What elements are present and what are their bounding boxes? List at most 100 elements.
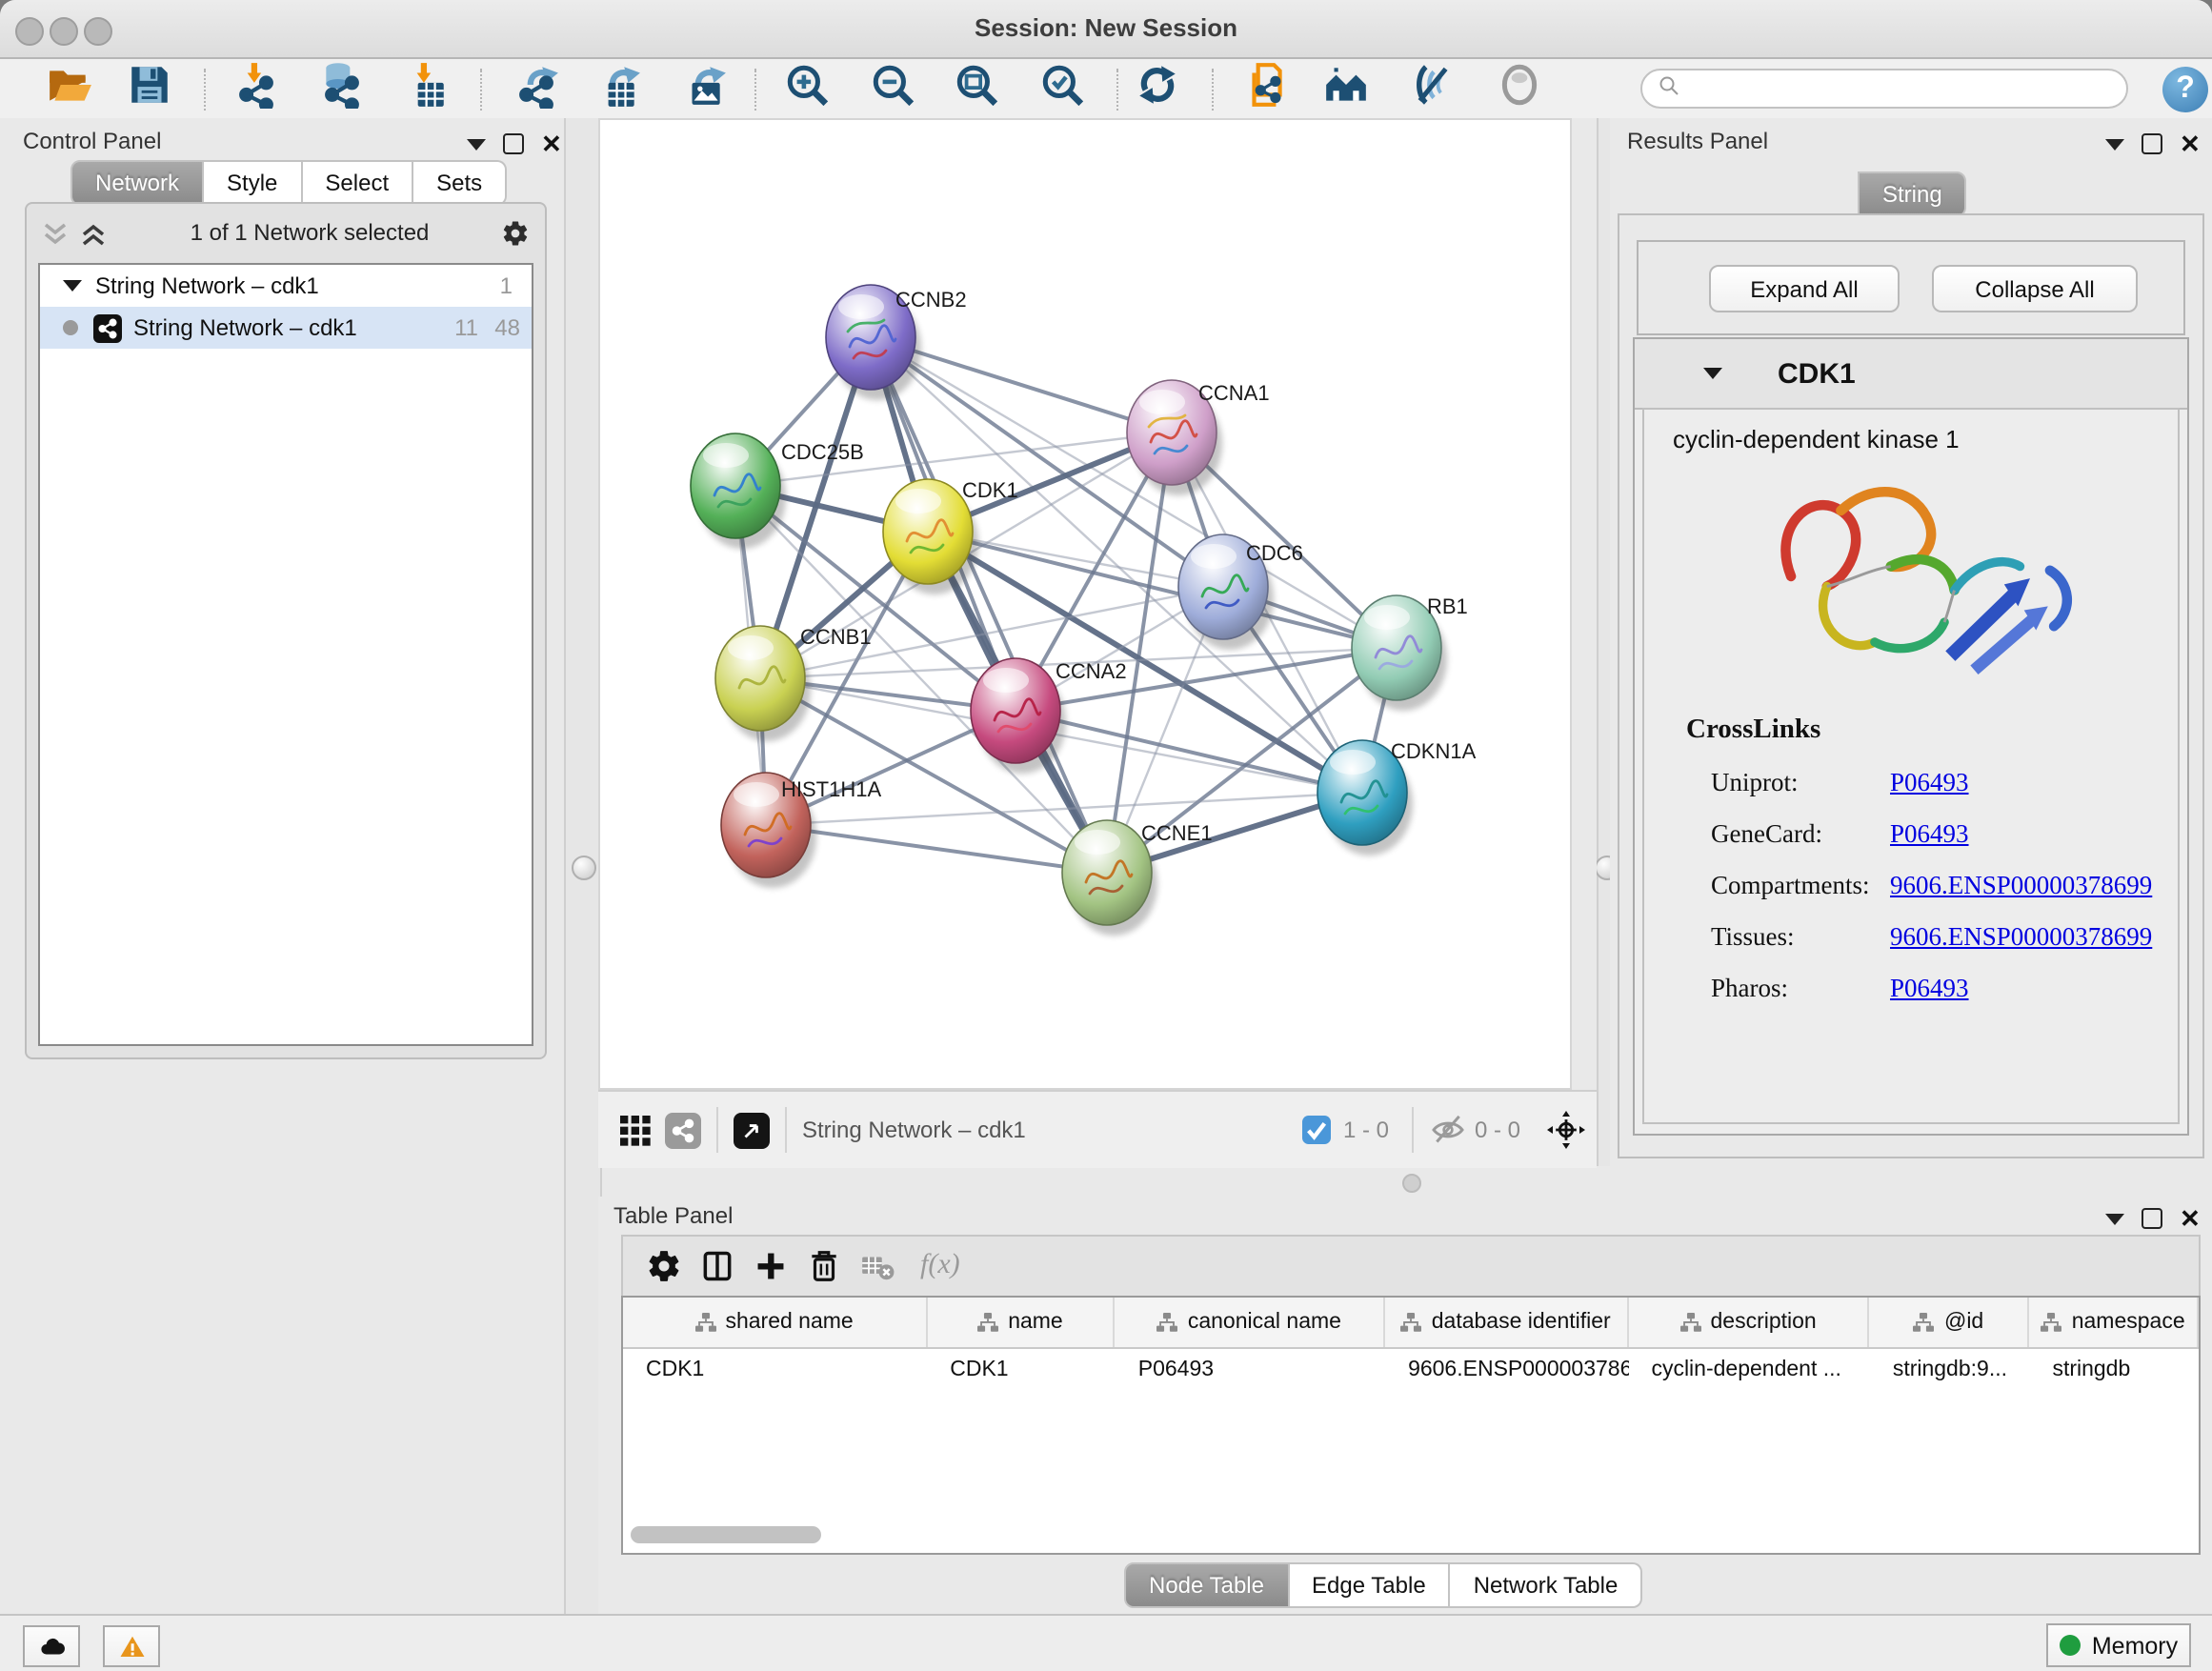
open-file-button[interactable]	[38, 63, 99, 116]
zoom-out-button[interactable]	[861, 63, 922, 116]
collapse-all-networks-icon[interactable]	[42, 220, 69, 245]
table-settings-gear-icon[interactable]	[646, 1248, 682, 1284]
column-header-name[interactable]: name	[927, 1298, 1116, 1347]
collection-disclosure-icon[interactable]	[63, 280, 82, 292]
gene-disclosure-icon[interactable]	[1703, 368, 1722, 379]
search-box[interactable]	[1640, 69, 2128, 109]
crosslink-link[interactable]: P06493	[1890, 974, 1969, 1004]
network-row[interactable]: String Network – cdk1 11 48	[40, 307, 532, 349]
show-graphics-details-button[interactable]	[1488, 63, 1549, 116]
left-splitter-handle[interactable]	[572, 856, 596, 880]
hidden-items-icon[interactable]	[1429, 1111, 1467, 1149]
network-node-CDC6[interactable]: CDC6	[1178, 534, 1303, 650]
table-cell[interactable]: 9606.ENSP00000378699	[1385, 1359, 1628, 1381]
crosslink-link[interactable]: 9606.ENSP00000378699	[1890, 871, 2152, 901]
save-session-button[interactable]	[118, 63, 179, 116]
network-canvas[interactable]: CCNB2CCNA1CDC25BCDK1CDC6RB1CCNB1CCNA2CDK…	[598, 118, 1572, 1090]
network-collection-row[interactable]: String Network – cdk1 1	[40, 265, 532, 307]
birds-eye-view-icon[interactable]	[734, 1112, 770, 1148]
add-column-icon[interactable]	[753, 1248, 789, 1284]
table-close-icon[interactable]: ✕	[2180, 1209, 2201, 1228]
crosslink-row: Uniprot:P06493	[1686, 768, 2162, 798]
network-view-panel: CCNB2CCNA1CDC25BCDK1CDC6RB1CCNB1CCNA2CDK…	[598, 118, 1597, 1166]
column-header-id[interactable]: @id	[1870, 1298, 2030, 1347]
crosslink-link[interactable]: P06493	[1890, 819, 1969, 850]
network-node-CDKN1A[interactable]: CDKN1A	[1317, 739, 1477, 856]
table-row[interactable]: CDK1CDK1P064939606.ENSP00000378699cyclin…	[623, 1349, 2199, 1391]
export-table-button[interactable]	[587, 63, 648, 116]
network-node-CCNB1[interactable]: CCNB1	[715, 625, 872, 741]
import-network-database-button[interactable]	[311, 63, 372, 116]
gene-result-header[interactable]: CDK1	[1635, 339, 2187, 410]
expand-all-networks-icon[interactable]	[80, 220, 107, 245]
hide-graphics-details-button[interactable]	[1400, 63, 1461, 116]
network-node-CCNA2[interactable]: CCNA2	[971, 658, 1127, 774]
column-header-shared-name[interactable]: shared name	[623, 1298, 927, 1347]
search-input[interactable]	[1688, 75, 2126, 102]
memory-button[interactable]: Memory	[2046, 1623, 2191, 1667]
table-horizontal-scrollbar[interactable]	[631, 1526, 821, 1543]
show-columns-icon[interactable]	[699, 1248, 735, 1284]
tab-string[interactable]: String	[1858, 171, 1967, 217]
panel-float-icon[interactable]	[503, 133, 524, 154]
expand-all-button[interactable]: Expand All	[1709, 265, 1900, 312]
selected-checkbox-icon[interactable]	[1297, 1111, 1336, 1149]
table-cell[interactable]: P06493	[1116, 1359, 1385, 1381]
column-header-description[interactable]: description	[1628, 1298, 1869, 1347]
tab-edge-table[interactable]: Edge Table	[1289, 1562, 1451, 1608]
table-cell[interactable]: stringdb	[2029, 1359, 2199, 1381]
import-network-file-button[interactable]	[225, 63, 286, 116]
tab-network-table[interactable]: Network Table	[1451, 1562, 1643, 1608]
column-header-namespace[interactable]: namespace	[2029, 1298, 2199, 1347]
table-cell[interactable]: CDK1	[927, 1359, 1116, 1381]
clone-network-button[interactable]	[1235, 63, 1296, 116]
table-collapse-icon[interactable]	[2105, 1213, 2124, 1224]
table-float-icon[interactable]	[2142, 1208, 2162, 1229]
table-cell[interactable]: CDK1	[623, 1359, 927, 1381]
grid-view-icon[interactable]	[615, 1111, 654, 1149]
results-collapse-icon[interactable]	[2105, 138, 2124, 150]
zoom-in-button[interactable]	[775, 63, 836, 116]
network-edge-HIST1H1A-CCNE1[interactable]	[766, 825, 1107, 873]
tab-style[interactable]: Style	[204, 160, 302, 206]
column-header-database-identifier[interactable]: database identifier	[1385, 1298, 1628, 1347]
node-table[interactable]: shared namenamecanonical namedatabase id…	[621, 1296, 2201, 1555]
cloud-button[interactable]	[23, 1625, 80, 1667]
network-node-CCNE1[interactable]: CCNE1	[1062, 820, 1213, 936]
tab-network[interactable]: Network	[70, 160, 204, 206]
collapse-all-button[interactable]: Collapse All	[1932, 265, 2138, 312]
zoom-fit-button[interactable]	[945, 63, 1006, 116]
network-share-icon[interactable]	[665, 1112, 701, 1148]
results-float-icon[interactable]	[2142, 133, 2162, 154]
tab-sets[interactable]: Sets	[413, 160, 507, 206]
network-node-CDC25B[interactable]: CDC25B	[691, 433, 864, 549]
table-cell[interactable]: cyclin-dependent ...	[1628, 1359, 1869, 1381]
refresh-view-button[interactable]	[1126, 63, 1187, 116]
fit-selected-crosshair-icon[interactable]	[1547, 1111, 1585, 1149]
crosslink-link[interactable]: P06493	[1890, 768, 1969, 798]
left-splitter[interactable]	[564, 118, 602, 1616]
panel-close-icon[interactable]: ✕	[541, 134, 562, 153]
network-node-HIST1H1A[interactable]: HIST1H1A	[721, 773, 881, 888]
tab-select[interactable]: Select	[302, 160, 413, 206]
delete-column-icon[interactable]	[806, 1248, 842, 1284]
network-node-CCNA1[interactable]: CCNA1	[1127, 380, 1270, 495]
crosslink-link[interactable]: 9606.ENSP00000378699	[1890, 922, 2152, 953]
results-close-icon[interactable]: ✕	[2180, 134, 2201, 153]
import-table-button[interactable]	[394, 63, 455, 116]
zoom-selected-button[interactable]	[1031, 63, 1092, 116]
help-button[interactable]: ?	[2162, 67, 2208, 112]
horizontal-splitter-handle[interactable]	[1402, 1174, 1421, 1193]
network-edge-CCNB2-CCNE1[interactable]	[871, 337, 1107, 873]
export-image-button[interactable]	[673, 63, 734, 116]
string-query-button[interactable]	[1315, 63, 1376, 116]
column-header-canonical-name[interactable]: canonical name	[1116, 1298, 1385, 1347]
table-cell[interactable]: stringdb:9...	[1870, 1359, 2030, 1381]
panel-collapse-icon[interactable]	[467, 138, 486, 150]
tab-node-table[interactable]: Node Table	[1124, 1562, 1289, 1608]
network-node-RB1[interactable]: RB1	[1352, 594, 1468, 711]
network-options-gear-icon[interactable]	[501, 218, 530, 247]
network-node-CCNB2[interactable]: CCNB2	[826, 285, 967, 400]
export-network-button[interactable]	[505, 63, 566, 116]
warnings-button[interactable]	[103, 1625, 160, 1667]
